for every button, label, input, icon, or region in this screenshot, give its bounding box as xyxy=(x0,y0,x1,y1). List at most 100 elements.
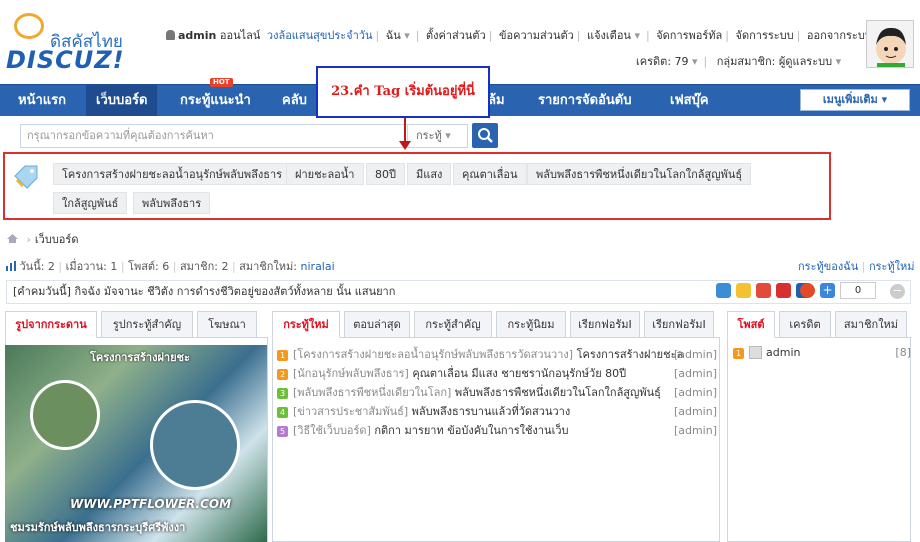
nav-forum[interactable]: เว็บบอร์ด xyxy=(86,85,158,116)
thread-author[interactable]: [admin] xyxy=(674,421,717,440)
thread-forum[interactable]: [วิธีใช้เว็บบอร์ด] xyxy=(293,424,371,437)
tab-new-members[interactable]: สมาชิกใหม่ xyxy=(835,311,907,338)
tab-posts[interactable]: โพสต์ xyxy=(727,311,775,338)
tag-item[interactable]: 80ปี xyxy=(366,163,405,185)
tab-forum-2[interactable]: เรียกฟอรัมI xyxy=(644,311,714,338)
tab-new-threads[interactable]: กระทู้ใหม่ xyxy=(272,311,340,338)
settings-link[interactable]: ตั้งค่าส่วนตัว xyxy=(426,29,486,42)
thread-author[interactable]: [admin] xyxy=(674,402,717,421)
tag-item[interactable]: พลับพลึงธาร xyxy=(133,192,211,214)
thread-author[interactable]: [admin] xyxy=(674,345,717,364)
group-link[interactable]: กลุ่มสมาชิก: ผู้ดูแลระบบ xyxy=(717,55,832,68)
thread-forum[interactable]: [โครงการสร้างฝายชะลอน้ำอนุรักษ์พลับพลึงธ… xyxy=(293,348,573,361)
share-163-icon[interactable] xyxy=(800,283,815,298)
me-link[interactable]: ฉัน xyxy=(386,29,401,42)
stat-members-label: สมาชิก: xyxy=(179,260,218,273)
tag-item[interactable]: ใกล้สูญพันธ์ xyxy=(53,192,128,214)
top-links: admin ออนไลน์ วงล้อแสนสุขประจำวัน | ฉัน ▾… xyxy=(166,26,872,44)
tab-forum-1[interactable]: เรียกฟอรัมI xyxy=(570,311,640,338)
tag-icon xyxy=(14,165,38,189)
share-weibo-icon[interactable] xyxy=(756,283,771,298)
annotation-callout: 23.คำ Tag เริ่มต้นอยู่ที่นี่ xyxy=(316,66,490,118)
tab-popular-threads[interactable]: กระทู้นิยม xyxy=(496,311,566,338)
search-type-select[interactable]: กระทู้ ▾ xyxy=(408,124,468,148)
portal-admin-link[interactable]: จัดการพอร์ทัล xyxy=(656,29,722,42)
home-icon[interactable] xyxy=(6,233,19,244)
thread-row[interactable]: 5 [วิธีใช้เว็บบอร์ด] กติกา มารยาท ข้อบังค… xyxy=(277,421,719,440)
nav-ranking[interactable]: รายการจัดอันดับ xyxy=(528,85,642,116)
thread-title[interactable]: โครงการสร้างฝายชะล xyxy=(577,348,684,361)
tag-item[interactable]: คุณตาเลื่อน xyxy=(453,163,527,185)
thread-author[interactable]: [admin] xyxy=(674,364,717,383)
photo-circle-1 xyxy=(30,380,100,450)
stat-today: 2 xyxy=(47,260,55,273)
credit-row: เครดิต: 79 ▾ | กลุ่มสมาชิก: ผู้ดูแลระบบ ▾ xyxy=(636,55,842,68)
tag-item[interactable]: ฝายชะลอน้ำ xyxy=(286,163,364,185)
thread-row[interactable]: 2 [นักอนุรักษ์พลับพลึงธาร] คุณตาเลื่อน มี… xyxy=(277,364,719,383)
thread-forum[interactable]: [นักอนุรักษ์พลับพลึงธาร] xyxy=(293,367,409,380)
thread-title[interactable]: กติกา มารยาท ข้อบังคับในการใช้งานเว็บ xyxy=(374,424,568,437)
share-plus-icon[interactable]: + xyxy=(820,283,835,298)
thread-row[interactable]: 1 [โครงการสร้างฝายชะลอน้ำอนุรักษ์พลับพลึง… xyxy=(277,345,719,364)
tab-board-photos[interactable]: รูปจากกระดาน xyxy=(5,311,97,338)
circle-link[interactable]: วงล้อแสนสุขประจำวัน xyxy=(267,29,373,42)
tab-important-threads[interactable]: กระทู้สำคัญ xyxy=(414,311,492,338)
thread-forum[interactable]: [พลับพลึงธารพืชหนึ่งเดียวในโลก] xyxy=(293,386,451,399)
username-link[interactable]: admin xyxy=(178,29,216,42)
system-admin-link[interactable]: จัดการระบบ xyxy=(736,29,794,42)
middle-tabs: กระทู้ใหม่ ตอบล่าสุด กระทู้สำคัญ กระทู้น… xyxy=(272,311,720,338)
thread-title[interactable]: พลับพลึงธารพืชหนึ่งเดียวในโลกใกล้สูญพันธ… xyxy=(455,386,661,399)
share-renren-icon[interactable] xyxy=(776,283,791,298)
nav-facebook[interactable]: เฟสบุ๊ค xyxy=(660,85,719,116)
stats-icon xyxy=(6,261,16,271)
daily-quote: [คำคมวันนี้] กิจฉัง มัจจานะ ชีวิตัง การด… xyxy=(13,285,396,298)
breadcrumb: › เว็บบอร์ด xyxy=(6,230,78,248)
ranking-row[interactable]: 1 admin [8] xyxy=(733,346,911,359)
thread-row[interactable]: 3 [พลับพลึงธารพืชหนึ่งเดียวในโลก] พลับพลึ… xyxy=(277,383,719,402)
nav-recommended[interactable]: กระทู้แนะนำ HOT xyxy=(170,78,261,116)
rank-badge: 3 xyxy=(277,388,288,399)
avatar-face-icon xyxy=(876,27,906,67)
member-name[interactable]: admin xyxy=(766,346,800,359)
tag-item[interactable]: โครงการสร้างฝายชะลอน้ำอนุรักษ์พลับพลึงธา… xyxy=(53,163,292,185)
thread-title[interactable]: พลับพลึงธารบานแล้วที่วัดสวนวาง xyxy=(412,405,571,418)
search-icon xyxy=(478,128,493,143)
tab-latest-replies[interactable]: ตอบล่าสุด xyxy=(344,311,410,338)
avatar[interactable] xyxy=(866,20,914,68)
thread-row[interactable]: 4 [ข่าวสารประชาสัมพันธ์] พลับพลึงธารบานแล… xyxy=(277,402,719,421)
share-qq-icon[interactable] xyxy=(716,283,731,298)
rank-badge: 4 xyxy=(277,407,288,418)
tab-important-photos[interactable]: รูปกระทู้สำคัญ xyxy=(101,311,193,338)
member-avatar-icon xyxy=(749,346,762,359)
logout-link[interactable]: ออกจากระบบ xyxy=(807,29,872,42)
thread-title[interactable]: คุณตาเลื่อน มีแสง ชายชรานักอนุรักษ์วัย 8… xyxy=(412,367,626,380)
breadcrumb-forum[interactable]: เว็บบอร์ด xyxy=(35,233,79,246)
collapse-icon[interactable]: − xyxy=(890,284,905,299)
hot-badge: HOT xyxy=(210,78,233,87)
tag-item[interactable]: พลับพลึงธารพืชหนึ่งเดียวในโลกใกล้สูญพันธ… xyxy=(527,163,752,185)
annotation-arrow-head xyxy=(399,141,411,150)
my-threads-link[interactable]: กระทู้ของฉัน xyxy=(798,260,858,273)
messages-link[interactable]: ข้อความส่วนตัว xyxy=(499,29,574,42)
share-qzone-icon[interactable] xyxy=(736,283,751,298)
thread-forum[interactable]: [ข่าวสารประชาสัมพันธ์] xyxy=(293,405,408,418)
tab-credit[interactable]: เครดิต xyxy=(779,311,831,338)
slideshow-caption: โครงการสร้างฝายชะ xyxy=(90,351,190,364)
notifications-link[interactable]: แจ้งเตือน xyxy=(587,29,631,42)
nav-club[interactable]: คลับ xyxy=(272,85,317,116)
tag-box: โครงการสร้างฝายชะลอน้ำอนุรักษ์พลับพลึงธา… xyxy=(3,152,831,220)
right-panel xyxy=(727,338,911,542)
search-button[interactable] xyxy=(472,123,498,148)
newest-member-link[interactable]: niralai xyxy=(301,260,335,273)
tag-item[interactable]: มีแสง xyxy=(407,163,452,185)
tab-ads[interactable]: โฆษณา xyxy=(197,311,257,338)
nav-home[interactable]: หน้าแรก xyxy=(8,85,76,116)
thread-author[interactable]: [admin] xyxy=(674,383,717,402)
logo-brand[interactable]: DISCUZ! xyxy=(6,46,125,74)
search-input[interactable]: กรุณากรอกข้อความที่คุณต้องการค้นหา xyxy=(20,124,408,148)
new-threads-link[interactable]: กระทู้ใหม่ xyxy=(869,260,915,273)
search-type-label: กระทู้ xyxy=(416,129,442,142)
more-menu-button[interactable]: เมนูเพิ่มเติม ▾ xyxy=(800,89,910,111)
credit-link[interactable]: เครดิต: 79 xyxy=(636,55,689,68)
stat-yesterday-label: เมื่อวาน: xyxy=(65,260,107,273)
